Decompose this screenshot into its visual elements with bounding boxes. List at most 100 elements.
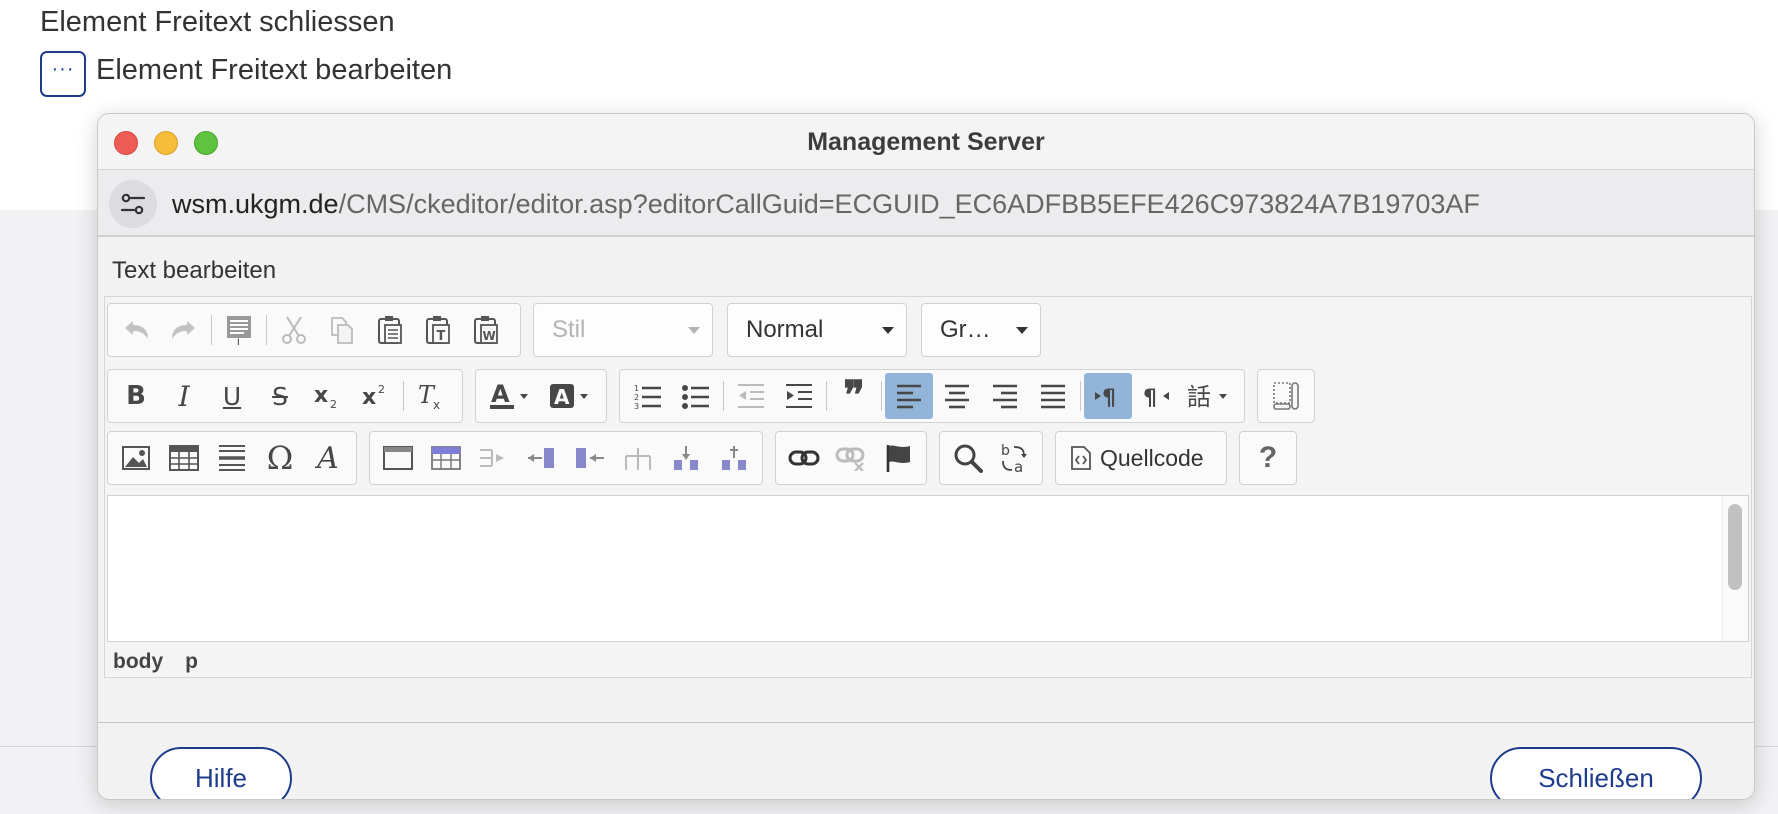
- toolbar-separator: [1080, 381, 1081, 411]
- insert-row-above-icon[interactable]: [614, 435, 662, 481]
- text-direction-rtl-icon[interactable]: ¶: [1132, 373, 1180, 419]
- italic-icon[interactable]: I: [160, 373, 208, 419]
- element-path-bar: body p: [113, 650, 220, 674]
- superscript-icon[interactable]: x2: [352, 373, 400, 419]
- blockquote-icon[interactable]: ❞: [830, 372, 878, 419]
- text-color-icon[interactable]: A: [480, 373, 540, 419]
- toolbar-group-insert: Ω A: [107, 431, 357, 485]
- delete-column-icon[interactable]: [566, 435, 614, 481]
- edit-element-link[interactable]: Element Freitext bearbeiten: [96, 54, 452, 87]
- url-text[interactable]: wsm.ukgm.de/CMS/ckeditor/editor.asp?edit…: [172, 189, 1480, 220]
- background-color-icon[interactable]: A: [540, 373, 600, 419]
- toolbar-separator: [881, 381, 882, 411]
- window-titlebar: Management Server: [98, 114, 1754, 170]
- search-icon[interactable]: [944, 435, 991, 481]
- svg-text:A: A: [491, 381, 510, 408]
- address-bar: wsm.ukgm.de/CMS/ckeditor/editor.asp?edit…: [98, 170, 1754, 237]
- svg-text:1: 1: [634, 384, 639, 393]
- align-right-icon[interactable]: [981, 373, 1029, 419]
- font-style-icon[interactable]: A: [304, 435, 352, 481]
- more-options-button[interactable]: ···: [40, 51, 86, 97]
- align-left-icon[interactable]: [885, 373, 933, 419]
- redo-button[interactable]: [160, 307, 208, 353]
- align-center-icon[interactable]: [933, 373, 981, 419]
- image-icon[interactable]: [112, 435, 160, 481]
- subscript-icon[interactable]: x2: [304, 373, 352, 419]
- svg-text:x: x: [433, 398, 440, 411]
- format-dropdown[interactable]: Normal: [727, 303, 907, 357]
- path-item-p[interactable]: p: [185, 650, 198, 673]
- table-properties-icon[interactable]: [422, 435, 470, 481]
- dialog-footer: Hilfe Schließen: [98, 722, 1754, 799]
- replace-icon[interactable]: ba: [991, 435, 1038, 481]
- remove-format-icon[interactable]: Tx: [407, 373, 455, 419]
- path-item-body[interactable]: body: [113, 650, 163, 673]
- editor-scrollbar[interactable]: [1722, 496, 1748, 641]
- url-host: wsm.ukgm.de: [172, 189, 339, 219]
- svg-text:A: A: [554, 385, 570, 409]
- browser-window: Management Server wsm.ukgm.de/CMS/ckedit…: [97, 113, 1755, 800]
- div-container-icon[interactable]: [374, 435, 422, 481]
- insert-row-after-icon[interactable]: [470, 435, 518, 481]
- decrease-indent-icon[interactable]: [727, 373, 775, 419]
- dialog-body: Text bearbeiten I T W Stil Normal Gr… B …: [98, 237, 1754, 722]
- help-button[interactable]: Hilfe: [150, 747, 292, 799]
- toolbar-group-find: ba: [939, 431, 1043, 485]
- svg-text:2: 2: [378, 383, 385, 396]
- cut-icon[interactable]: [270, 307, 318, 353]
- svg-text:T: T: [437, 329, 446, 344]
- url-path: /CMS/ckeditor/editor.asp?editorCallGuid=…: [338, 189, 1480, 219]
- close-dialog-button[interactable]: Schließen: [1490, 747, 1702, 799]
- toolbar-group-source: Quellcode: [1055, 431, 1227, 485]
- show-blocks-icon[interactable]: [1262, 373, 1310, 419]
- paste-from-word-icon[interactable]: W: [462, 307, 510, 353]
- window-title: Management Server: [807, 128, 1045, 156]
- svg-text:x: x: [314, 383, 328, 408]
- svg-text:3: 3: [634, 402, 639, 410]
- underline-icon[interactable]: U: [208, 373, 256, 419]
- paste-as-text-icon[interactable]: T: [414, 307, 462, 353]
- insert-row-below-icon[interactable]: [662, 435, 710, 481]
- bulleted-list-icon[interactable]: [672, 373, 720, 419]
- svg-text:b: b: [1001, 443, 1010, 459]
- paste-from-word-template-icon[interactable]: I: [215, 307, 263, 353]
- size-dropdown[interactable]: Gr…: [921, 303, 1041, 357]
- source-code-button[interactable]: Quellcode: [1060, 435, 1214, 481]
- toolbar-group-basic-styles: B I U S x2 x2 Tx: [107, 369, 463, 423]
- justify-icon[interactable]: [1029, 373, 1077, 419]
- strikethrough-icon[interactable]: S: [256, 373, 304, 419]
- unlink-icon[interactable]: [827, 435, 874, 481]
- toolbar-group-blocks: [1257, 369, 1315, 423]
- editor-scrollbar-thumb[interactable]: [1728, 504, 1742, 590]
- style-dropdown[interactable]: Stil: [533, 303, 713, 357]
- undo-button[interactable]: [112, 307, 160, 353]
- site-settings-icon[interactable]: [109, 180, 157, 228]
- editor-content-area[interactable]: [107, 495, 1749, 642]
- insert-column-before-icon[interactable]: [518, 435, 566, 481]
- chevron-down-icon: [882, 327, 894, 334]
- link-icon[interactable]: [780, 435, 827, 481]
- bold-icon[interactable]: B: [112, 373, 160, 419]
- increase-indent-icon[interactable]: [775, 373, 823, 419]
- svg-text:W: W: [483, 329, 496, 343]
- rich-text-editor: I T W Stil Normal Gr… B I U S x 2 x 2 T …: [104, 296, 1752, 678]
- close-element-link[interactable]: Element Freitext schliessen: [40, 6, 395, 39]
- paste-icon[interactable]: [366, 307, 414, 353]
- help-question-icon[interactable]: ?: [1244, 435, 1292, 481]
- special-character-icon[interactable]: Ω: [256, 435, 304, 481]
- toolbar-group-clipboard: I T W: [107, 303, 521, 357]
- anchor-flag-icon[interactable]: [875, 435, 922, 481]
- table-icon[interactable]: [160, 435, 208, 481]
- language-icon[interactable]: 話: [1180, 373, 1238, 419]
- size-dropdown-value: Gr…: [940, 316, 991, 343]
- toolbar-separator: [211, 315, 212, 345]
- svg-text:¶: ¶: [1143, 386, 1157, 410]
- copy-icon[interactable]: [318, 307, 366, 353]
- chevron-down-icon: [1016, 327, 1028, 334]
- numbered-list-icon[interactable]: 123: [624, 373, 672, 419]
- chevron-down-icon: [688, 327, 700, 334]
- toolbar-separator: [826, 381, 827, 411]
- text-direction-ltr-icon[interactable]: ¶: [1084, 373, 1132, 419]
- delete-row-icon[interactable]: [710, 435, 758, 481]
- horizontal-rule-icon[interactable]: [208, 435, 256, 481]
